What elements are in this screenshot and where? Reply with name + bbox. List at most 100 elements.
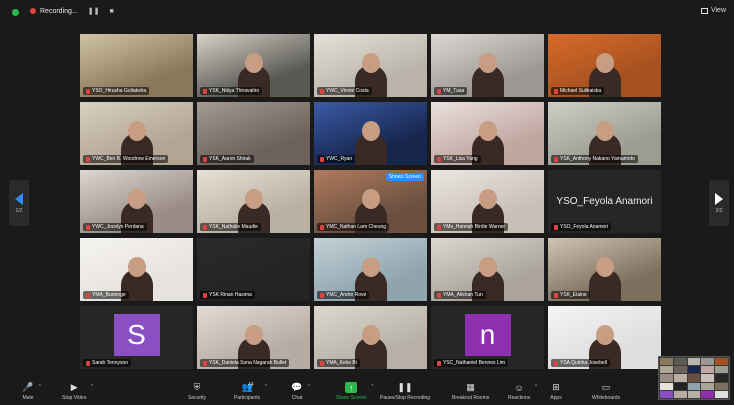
share-screen-button[interactable]: ↑ ^ Share Screen [336,382,374,401]
video-tile[interactable]: YSK_Daniela Sona Nagarah Bullet [197,306,310,369]
participant-name-label: YSC_Nathaniel Bennes Lim [434,359,508,367]
self-view-thumbnail[interactable] [658,356,730,400]
video-tile[interactable]: YSO_Hirusha Gollaksha [80,34,193,97]
video-tile[interactable]: S Sarah Tennyson [80,306,193,369]
video-tile[interactable]: YSK_Anthony Nakano Yamamoto [548,102,661,165]
participant-name: YSK_Daniela Sona Nagarah Bullet [209,360,287,366]
video-tile[interactable]: YMA_Bunenge [80,238,193,301]
apps-icon: ⊞ [552,382,560,392]
participant-name-label: YMA_Keke Bi [317,359,360,367]
video-tile[interactable]: YSA Quinha Josebell [548,306,661,369]
chat-icon: 💬 [291,382,303,392]
thumbnail-cell [701,366,715,374]
participant-name: YWC_Vinnie Costa [326,88,369,94]
participant-name: YSA Quinha Josebell [560,360,607,366]
muted-mic-icon [554,88,558,94]
chevron-up-icon[interactable]: ^ [91,384,93,390]
video-tile[interactable]: YSK_Elaine [548,238,661,301]
video-tile[interactable]: YSK Rinan Hasima [197,238,310,301]
participant-name-label: YM_Tusa [434,87,468,95]
breakout-rooms-button[interactable]: ▦ Breakout Rooms [452,382,489,401]
muted-mic-icon [86,88,90,94]
participant-name-label: YMA_Bunenge [83,291,129,299]
thumbnail-cell [701,382,715,390]
participant-name-label: YMA_Alishan Tun [434,291,486,299]
stop-video-button[interactable]: ▶ ^ Stop Video [62,382,93,401]
security-shield-icon[interactable] [12,9,19,16]
participants-button[interactable]: 👥 44 ^ Participants [234,382,267,401]
toolbar-label: Chat [291,395,303,401]
whiteboards-icon: ▭ [601,382,611,392]
participant-figure [354,121,387,165]
mute-button[interactable]: 🎤 ^ Mute [22,382,41,401]
pause-recording-icon[interactable]: ❚❚ [88,7,100,15]
muted-mic-icon [320,360,324,366]
next-page-button[interactable]: 2/2 [709,180,729,226]
participant-name: YMC_Andre Rove [326,292,367,298]
participant-name-label: YWC_Vinnie Costa [317,87,372,95]
video-tile[interactable]: YSK_Nathalie Maudie [197,170,310,233]
toolbar-label: Participants [234,395,261,401]
muted-mic-icon [554,156,558,162]
video-tile[interactable]: Michael Sulikaiska [548,34,661,97]
apps-button[interactable]: ⊞ Apps [550,382,562,401]
video-tile[interactable]: YMA_Alishan Tun [431,238,544,301]
participant-avatar: S [113,314,160,356]
page-indicator-left: 1/2 [15,207,23,214]
previous-page-button[interactable]: 1/2 [9,180,29,226]
video-tile[interactable]: YSK_Lisa Yang [431,102,544,165]
muted-mic-icon [437,156,441,162]
muted-mic-icon [437,292,441,298]
video-tile[interactable]: YM_Tusa [431,34,544,97]
thumbnail-cell [715,390,728,398]
page-indicator-right: 2/2 [715,207,723,214]
reactions-button[interactable]: ☺ ^ Reactions [508,382,537,402]
security-button[interactable]: ⛨ Security [188,382,206,401]
participant-name: YSK_Aaron Shirak [209,156,251,162]
chevron-up-icon[interactable]: ^ [308,384,310,390]
video-tile[interactable]: n YSC_Nathaniel Bennes Lim [431,306,544,369]
video-tile[interactable]: YSK_Aaron Shirak [197,102,310,165]
video-tile[interactable]: YSO_Feyola Anamori YSO_Feyola Anamori [548,170,661,233]
participant-name: YMA_Bunenge [92,292,126,298]
participant-name-label: YSK_Nathalie Maudie [200,223,261,231]
stop-recording-icon[interactable]: ■ [109,8,113,15]
video-tile[interactable]: YSK_Nitiya Thiravatiro [197,34,310,97]
video-tile[interactable]: YWC_Ben B. Woodrow Emerson [80,102,193,165]
recording-dot-icon [30,8,36,14]
muted-mic-icon [86,224,90,230]
thumbnail-cell [660,374,673,382]
thumbnail-cell [715,358,728,366]
participant-figure [588,257,621,301]
thumbnail-cell [701,358,715,366]
participant-name-label: YMs_Hannah Birdie Warner [434,223,509,231]
chevron-up-icon[interactable]: ^ [371,384,373,390]
chevron-up-icon[interactable]: ^ [265,384,267,390]
participant-name-label: YSA Quinha Josebell [551,359,610,367]
video-tile[interactable]: YWC_Vinnie Costa [314,34,427,97]
pause-recording-button[interactable]: ❚❚ Pause/Stop Recording [380,382,430,401]
video-tile[interactable]: Shows Screen YMC_Nathan Lam Cheung [314,170,427,233]
video-tile[interactable]: YWC_Jocelyn Perdana [80,170,193,233]
whiteboards-button[interactable]: ▭ Whiteboards [592,382,620,401]
chat-button[interactable]: 💬 ^ Chat [291,382,310,401]
thumbnail-cell [660,382,673,390]
participant-name: YSK_Anthony Nakano Yamamoto [560,156,635,162]
chevron-up-icon[interactable]: ^ [39,384,41,390]
muted-mic-icon [320,224,324,230]
participant-name-label: YMC_Nathan Lam Cheung [317,223,390,231]
participant-figure [471,53,504,97]
reactions-icon: ☺ [514,382,524,393]
muted-mic-icon [203,292,207,298]
muted-mic-icon [203,360,207,366]
video-tile[interactable]: YMs_Hannah Birdie Warner [431,170,544,233]
view-button[interactable]: View [700,7,726,14]
participant-name: YSC_Nathaniel Bennes Lim [443,360,505,366]
video-tile[interactable]: YWC_Ryan [314,102,427,165]
muted-mic-icon [554,292,558,298]
video-tile[interactable]: YMC_Andre Rove [314,238,427,301]
chevron-up-icon[interactable]: ^ [535,384,537,390]
participant-name: YSK_Nathalie Maudie [209,224,258,230]
mute-icon: 🎤 [22,382,34,392]
video-tile[interactable]: YMA_Keke Bi [314,306,427,369]
